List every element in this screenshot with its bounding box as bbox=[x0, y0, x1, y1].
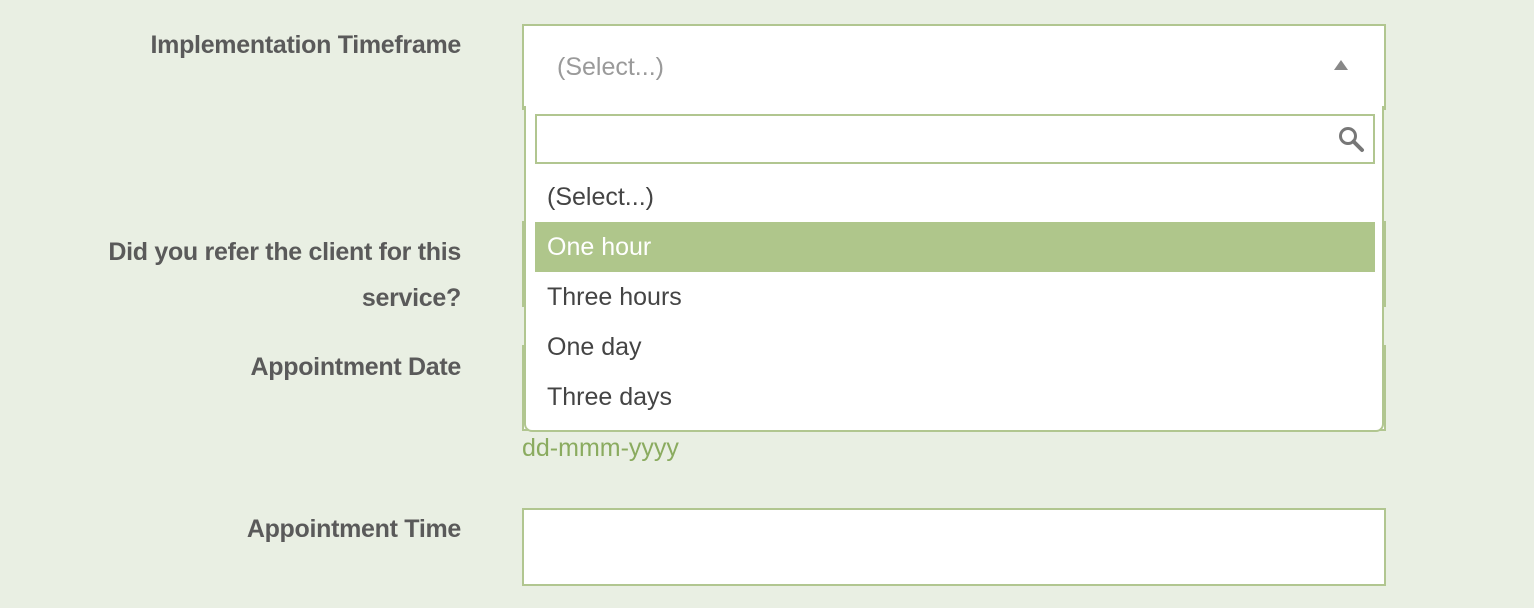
date-format-hint: dd-mmm-yyyy bbox=[522, 434, 679, 462]
implementation-timeframe-select[interactable]: (Select...) bbox=[522, 24, 1386, 110]
refer-client-label: Did you refer the client for this servic… bbox=[108, 238, 461, 312]
dropdown-option[interactable]: Three hours bbox=[535, 272, 1375, 322]
timeframe-dropdown: (Select...) One hour Three hours One day… bbox=[524, 106, 1384, 432]
appointment-date-label: Appointment Date bbox=[250, 353, 462, 381]
dropdown-option[interactable]: One hour bbox=[535, 222, 1375, 272]
triangle-up-icon bbox=[1334, 60, 1348, 70]
dropdown-option[interactable]: (Select...) bbox=[535, 172, 1375, 222]
dropdown-search-input[interactable] bbox=[537, 116, 1327, 162]
select-current-value: (Select...) bbox=[557, 53, 664, 81]
appointment-time-field[interactable] bbox=[522, 508, 1386, 586]
dropdown-option[interactable]: Three days bbox=[535, 372, 1375, 422]
dropdown-options: (Select...) One hour Three hours One day… bbox=[535, 172, 1375, 422]
dropdown-search bbox=[535, 114, 1375, 164]
appointment-time-label: Appointment Time bbox=[246, 515, 461, 543]
dropdown-option[interactable]: One day bbox=[535, 322, 1375, 372]
search-icon bbox=[1339, 127, 1364, 152]
implementation-timeframe-label: Implementation Timeframe bbox=[150, 31, 462, 59]
